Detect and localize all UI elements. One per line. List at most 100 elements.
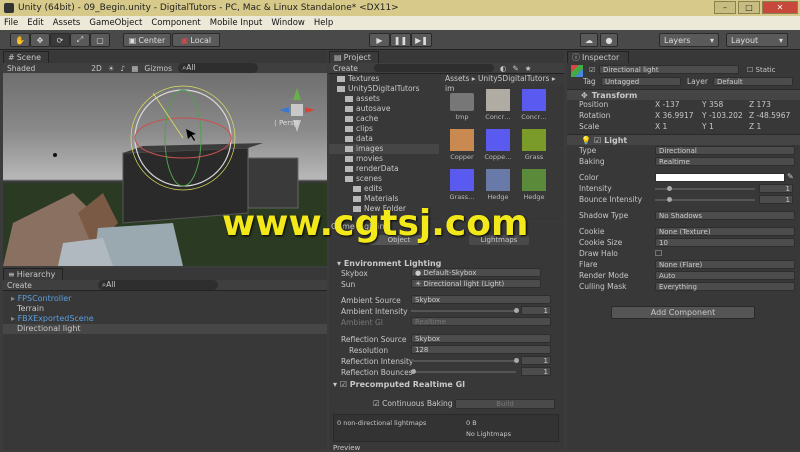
audio-toggle-icon[interactable]: ♪ xyxy=(121,64,126,73)
project-create-button[interactable]: Create xyxy=(333,64,358,73)
resolution-dropdown[interactable]: 128 xyxy=(411,345,551,354)
list-item[interactable]: scenes xyxy=(329,174,439,184)
rect-tool-button[interactable]: ▢ xyxy=(90,33,110,47)
list-item[interactable]: Terrain xyxy=(3,304,327,314)
sun-field[interactable]: ☀ Directional light (Light) xyxy=(411,279,541,288)
list-item[interactable]: images xyxy=(329,144,439,154)
tab-inspector[interactable]: ⓘ Inspector xyxy=(567,51,629,63)
slider-knob[interactable] xyxy=(514,308,519,313)
slider-knob[interactable] xyxy=(514,358,519,363)
ambient-intensity-value[interactable]: 1 xyxy=(521,306,551,315)
list-item[interactable]: ▸ FPSController xyxy=(3,294,327,304)
scale-z-field[interactable]: Z 1 xyxy=(749,122,761,132)
reflection-source-dropdown[interactable]: Skybox xyxy=(411,334,551,343)
pivot-center-button[interactable]: ▣ Center xyxy=(123,33,171,47)
checkbox[interactable]: ☑ xyxy=(340,380,350,389)
layout-dropdown[interactable]: Layout ▾ xyxy=(726,33,788,47)
hierarchy-search[interactable]: ⌕All xyxy=(97,280,218,290)
rot-y-field[interactable]: Y -103.202 xyxy=(702,111,743,121)
intensity-value[interactable]: 1 xyxy=(759,184,793,193)
culling-mask-dropdown[interactable]: Everything xyxy=(655,282,795,291)
list-item[interactable]: renderData xyxy=(329,164,439,174)
list-item[interactable]: movies xyxy=(329,154,439,164)
build-button[interactable]: Build xyxy=(455,399,555,409)
slider-knob[interactable] xyxy=(667,197,672,202)
menu-component[interactable]: Component xyxy=(151,18,200,28)
menu-assets[interactable]: Assets xyxy=(53,18,81,28)
play-button[interactable]: ▶ xyxy=(369,33,390,47)
shading-dropdown[interactable]: Shaded xyxy=(7,64,35,73)
scene-search[interactable]: ⌕All xyxy=(178,63,259,73)
menu-edit[interactable]: Edit xyxy=(27,18,43,28)
tab-project[interactable]: ▤ Project xyxy=(329,51,379,63)
baking-dropdown[interactable]: Realtime xyxy=(655,157,795,166)
add-component-button[interactable]: Add Component xyxy=(611,306,755,319)
rot-z-field[interactable]: Z -48.5967 xyxy=(749,111,790,121)
hand-tool-button[interactable]: ✋ xyxy=(10,33,30,47)
bounce-intensity-value[interactable]: 1 xyxy=(759,195,793,204)
rotate-tool-button[interactable]: ⟳ xyxy=(50,33,70,47)
menu-window[interactable]: Window xyxy=(271,18,305,28)
list-item[interactable]: autosave xyxy=(329,104,439,114)
slider-knob[interactable] xyxy=(667,186,672,191)
star-icon[interactable]: ★ xyxy=(525,64,532,73)
render-mode-dropdown[interactable]: Auto xyxy=(655,271,795,280)
move-tool-button[interactable]: ✥ xyxy=(30,33,50,47)
asset-item[interactable]: Grass xyxy=(517,129,551,161)
account-button[interactable]: ● xyxy=(600,33,618,47)
list-item[interactable]: data xyxy=(329,134,439,144)
tab-scene[interactable]: # Scene xyxy=(3,51,49,63)
asset-item[interactable]: Concr… xyxy=(481,89,515,121)
pos-z-field[interactable]: Z 173 xyxy=(749,100,771,110)
gizmos-dropdown[interactable]: Gizmos xyxy=(144,64,172,73)
cookie-field[interactable]: None (Texture) xyxy=(655,227,795,236)
cookie-size-field[interactable]: 10 xyxy=(655,238,795,247)
reflection-intensity-value[interactable]: 1 xyxy=(521,356,551,365)
static-toggle[interactable]: ☐ Static xyxy=(747,66,776,74)
asset-item[interactable]: Hedge xyxy=(517,169,551,201)
project-search[interactable] xyxy=(373,64,494,72)
transform-header[interactable]: ✥ Transform xyxy=(567,89,800,100)
tag-icon[interactable]: ✎ xyxy=(512,64,518,73)
list-item[interactable]: cache xyxy=(329,114,439,124)
lighting-toggle-icon[interactable]: ☀ xyxy=(108,64,115,73)
type-dropdown[interactable]: Directional xyxy=(655,146,795,155)
color-swatch[interactable] xyxy=(655,173,785,182)
hierarchy-create-button[interactable]: Create xyxy=(7,281,32,290)
reflection-bounces-value[interactable]: 1 xyxy=(521,367,551,376)
list-item[interactable]: clips xyxy=(329,124,439,134)
asset-item[interactable]: tmp xyxy=(445,89,479,121)
ambient-intensity-slider[interactable] xyxy=(411,310,516,312)
tab-hierarchy[interactable]: ≡ Hierarchy xyxy=(3,268,63,280)
asset-item[interactable]: Concr… xyxy=(517,89,551,121)
asset-item[interactable]: Coppe… xyxy=(481,129,515,161)
asset-item[interactable]: Hedge xyxy=(481,169,515,201)
step-button[interactable]: ▶❚ xyxy=(411,33,432,47)
list-item[interactable]: edits xyxy=(329,184,439,194)
scale-tool-button[interactable]: ⤢ xyxy=(70,33,90,47)
rot-x-field[interactable]: X 36.9917 xyxy=(655,111,694,121)
object-name-field[interactable]: Directional light xyxy=(599,65,739,74)
skybox-field[interactable]: ● Default-Skybox xyxy=(411,268,541,277)
pivot-local-button[interactable]: ▣ Local xyxy=(172,33,220,47)
draw-halo-checkbox[interactable]: ☐ xyxy=(655,249,662,258)
layers-dropdown[interactable]: Layers ▾ xyxy=(659,33,719,47)
menu-mobile-input[interactable]: Mobile Input xyxy=(210,18,263,28)
shadow-type-dropdown[interactable]: No Shadows xyxy=(655,211,795,220)
minimize-button[interactable]: – xyxy=(714,1,736,14)
asset-item[interactable]: Grass… xyxy=(445,169,479,201)
light-header[interactable]: 💡 ☑ Light xyxy=(567,134,800,145)
list-item[interactable]: assets xyxy=(329,94,439,104)
maximize-button[interactable]: □ xyxy=(738,1,760,14)
effects-toggle-icon[interactable]: ▦ xyxy=(131,64,138,73)
layer-dropdown[interactable]: Default xyxy=(713,77,793,86)
flare-field[interactable]: None (Flare) xyxy=(655,260,795,269)
eyedropper-icon[interactable]: ✎ xyxy=(787,172,794,181)
scale-x-field[interactable]: X 1 xyxy=(655,122,667,132)
ambient-source-dropdown[interactable]: Skybox xyxy=(411,295,551,304)
filter-icon[interactable]: ◐ xyxy=(500,64,507,73)
reflection-bounces-slider[interactable] xyxy=(411,371,516,373)
list-item[interactable]: Directional light xyxy=(3,324,327,334)
menu-help[interactable]: Help xyxy=(314,18,333,28)
checkbox-icon[interactable]: ☑ xyxy=(594,136,601,145)
